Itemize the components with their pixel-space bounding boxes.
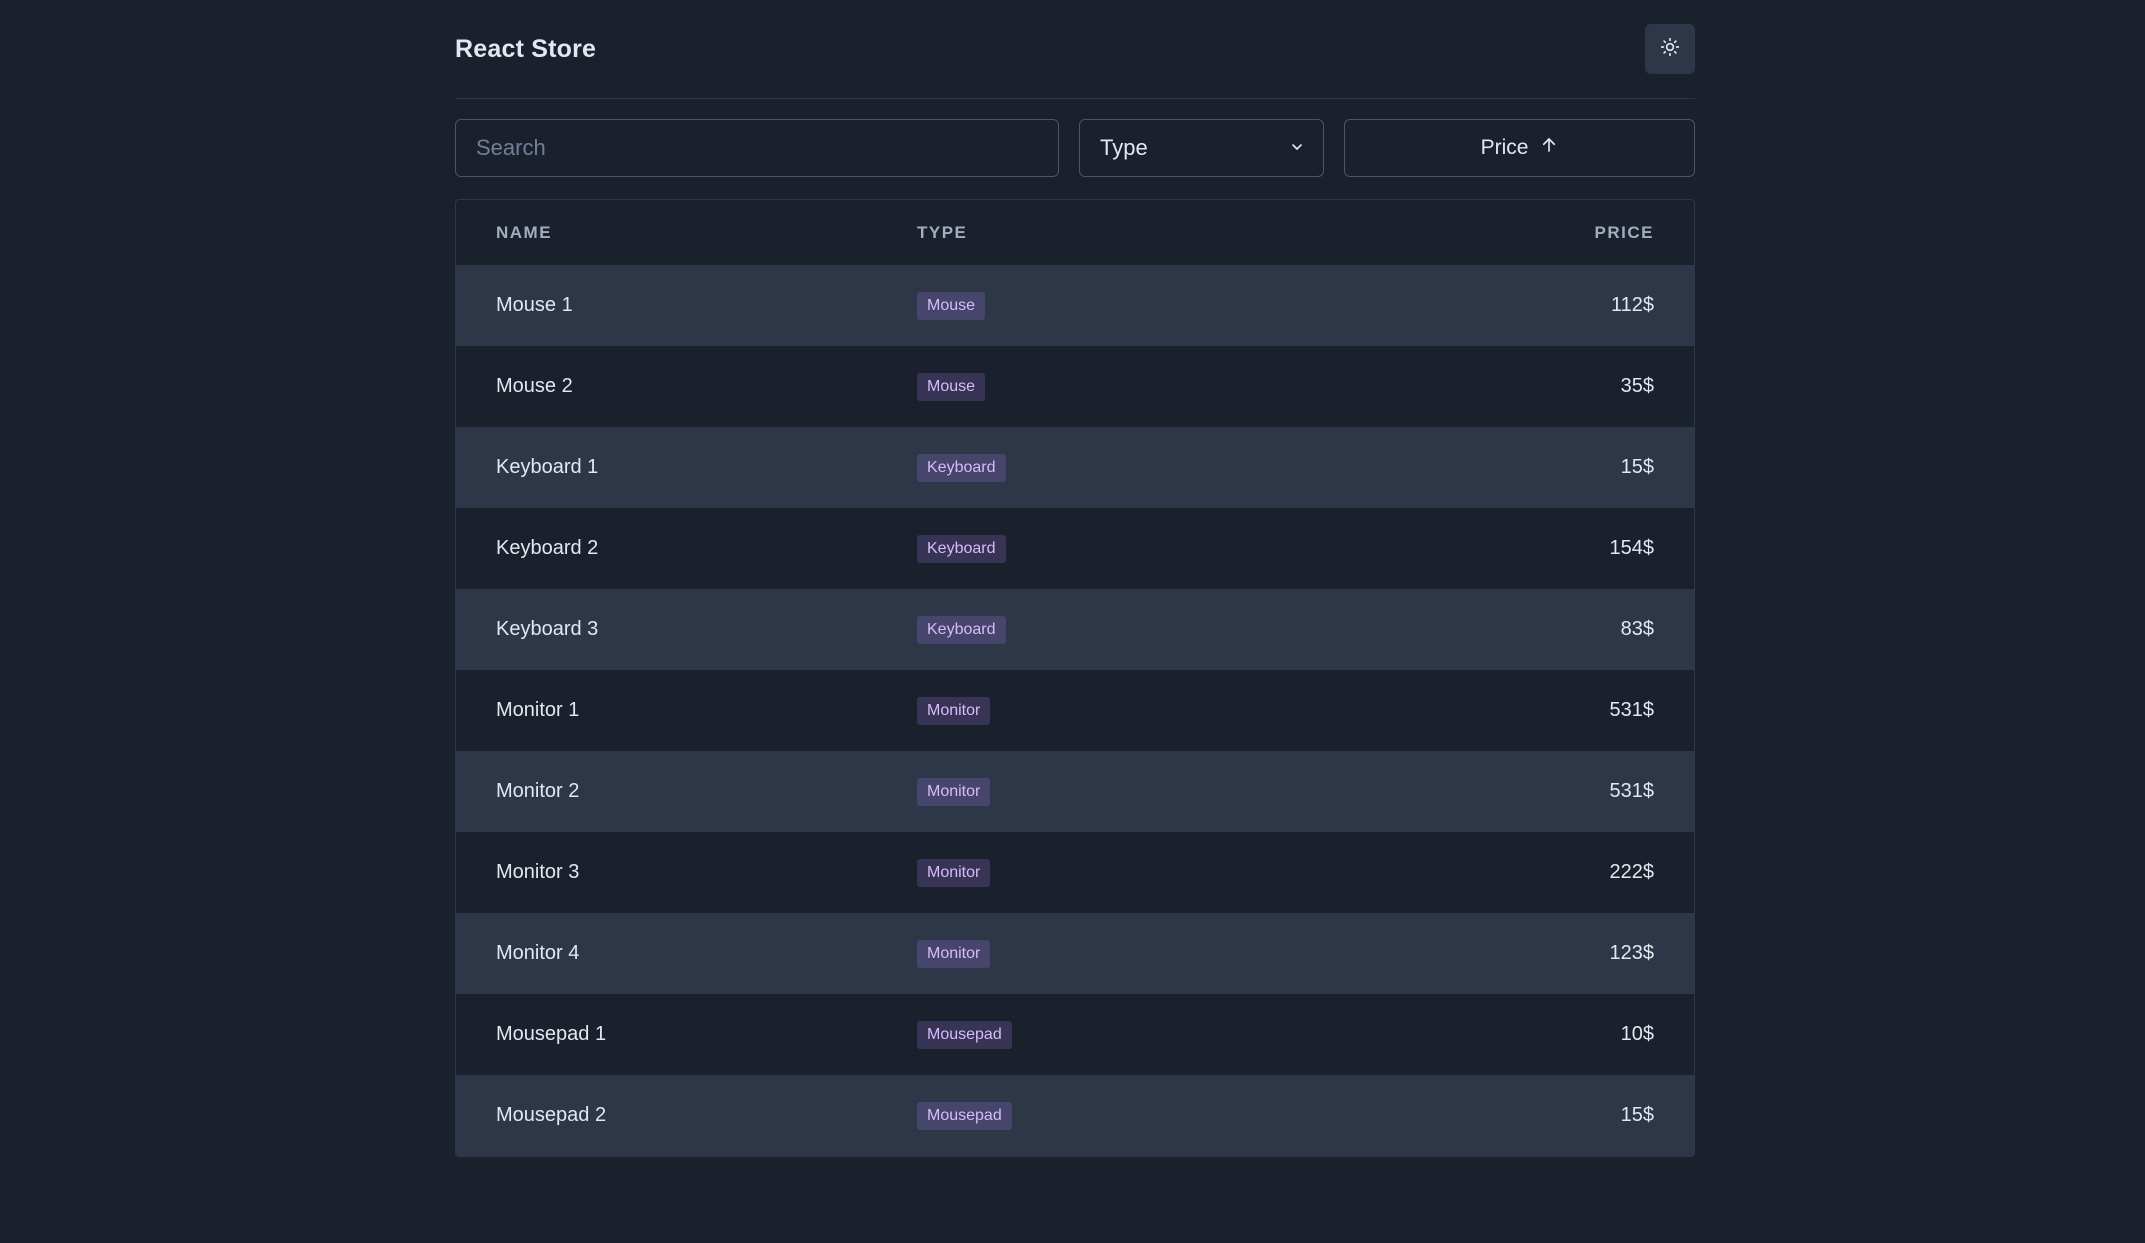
sun-icon bbox=[1660, 37, 1680, 62]
product-type-cell: Monitor bbox=[917, 670, 1317, 751]
type-badge: Mousepad bbox=[917, 1101, 1012, 1130]
chevron-down-icon bbox=[1289, 135, 1305, 161]
column-header-type[interactable]: TYPE bbox=[917, 200, 1317, 265]
table-row[interactable]: Monitor 1 Monitor 531$ bbox=[456, 670, 1694, 751]
type-select-value: Type bbox=[1100, 135, 1148, 160]
theme-toggle-button[interactable] bbox=[1645, 24, 1695, 74]
product-price: 222$ bbox=[1609, 861, 1655, 883]
product-name: Monitor 1 bbox=[496, 699, 580, 721]
app-header: React Store bbox=[455, 0, 1695, 99]
table-row[interactable]: Keyboard 1 Keyboard 15$ bbox=[456, 427, 1694, 508]
search-input[interactable] bbox=[455, 119, 1059, 177]
product-name: Keyboard 3 bbox=[496, 618, 599, 640]
product-name: Mouse 1 bbox=[496, 294, 573, 316]
table-body: Mouse 1 Mouse 112$ Mouse 2 Mouse 35$ Keyboard … bbox=[456, 265, 1694, 1156]
table-row[interactable]: Monitor 2 Monitor 531$ bbox=[456, 751, 1694, 832]
type-select[interactable]: Type bbox=[1079, 119, 1324, 177]
type-badge: Mouse bbox=[917, 372, 986, 401]
product-name: Mouse 2 bbox=[496, 375, 573, 397]
product-type-cell: Monitor bbox=[917, 913, 1317, 994]
filter-controls: Type Price bbox=[455, 119, 1695, 179]
type-badge: Keyboard bbox=[917, 534, 1006, 563]
app-container: React Store Type bbox=[455, 0, 1695, 1157]
product-price: 83$ bbox=[1620, 618, 1654, 640]
product-price: 15$ bbox=[1620, 1104, 1654, 1126]
product-name: Monitor 3 bbox=[496, 861, 580, 883]
arrow-up-icon bbox=[1540, 136, 1558, 160]
table-row[interactable]: Mousepad 2 Mousepad 15$ bbox=[456, 1075, 1694, 1156]
table-row[interactable]: Monitor 3 Monitor 222$ bbox=[456, 832, 1694, 913]
product-name: Mousepad 1 bbox=[496, 1023, 607, 1045]
type-badge: Monitor bbox=[917, 939, 991, 968]
products-table: NAME TYPE PRICE Mouse 1 Mouse 112$ Mouse 2M… bbox=[455, 199, 1695, 1157]
product-type-cell: Keyboard bbox=[917, 508, 1317, 589]
product-price: 154$ bbox=[1609, 537, 1655, 559]
product-name: Mousepad 2 bbox=[496, 1104, 607, 1126]
product-name: Keyboard 2 bbox=[496, 537, 599, 559]
type-badge: Monitor bbox=[917, 696, 991, 725]
type-badge: Keyboard bbox=[917, 615, 1006, 644]
table-row[interactable]: Monitor 4 Monitor 123$ bbox=[456, 913, 1694, 994]
product-price: 531$ bbox=[1609, 699, 1655, 721]
app-title: React Store bbox=[455, 34, 597, 63]
price-sort-button[interactable]: Price bbox=[1344, 119, 1695, 177]
type-badge: Mousepad bbox=[917, 1020, 1012, 1049]
table-header-row: NAME TYPE PRICE bbox=[456, 200, 1694, 265]
product-type-cell: Mouse bbox=[917, 346, 1317, 427]
product-type-cell: Mousepad bbox=[917, 994, 1317, 1075]
type-badge: Monitor bbox=[917, 777, 991, 806]
type-badge: Monitor bbox=[917, 858, 991, 887]
product-type-cell: Keyboard bbox=[917, 589, 1317, 670]
product-price: 15$ bbox=[1620, 456, 1654, 478]
type-badge: Keyboard bbox=[917, 453, 1006, 482]
product-price: 112$ bbox=[1610, 294, 1654, 316]
product-type-cell: Mousepad bbox=[917, 1075, 1317, 1156]
table-row[interactable]: Mouse 1 Mouse 112$ bbox=[456, 265, 1694, 346]
product-name: Monitor 2 bbox=[496, 780, 580, 802]
column-header-price[interactable]: PRICE bbox=[1317, 200, 1694, 265]
product-price: 531$ bbox=[1609, 780, 1655, 802]
table-row[interactable]: Keyboard 3 Keyboard 83$ bbox=[456, 589, 1694, 670]
product-name: Monitor 4 bbox=[496, 942, 580, 964]
product-price: 123$ bbox=[1609, 942, 1655, 964]
sort-label: Price bbox=[1480, 136, 1529, 159]
product-type-cell: Keyboard bbox=[917, 427, 1317, 508]
column-header-name[interactable]: NAME bbox=[456, 200, 917, 265]
product-type-cell: Mouse bbox=[917, 265, 1317, 346]
table-row[interactable]: Keyboard 2 Keyboard 154$ bbox=[456, 508, 1694, 589]
table-row[interactable]: Mouse 2 Mouse 35$ bbox=[456, 346, 1694, 427]
product-price: 35$ bbox=[1620, 375, 1654, 397]
product-type-cell: Monitor bbox=[917, 832, 1317, 913]
product-name: Keyboard 1 bbox=[496, 456, 599, 478]
table-row[interactable]: Mousepad 1 Mousepad 10$ bbox=[456, 994, 1694, 1075]
product-type-cell: Monitor bbox=[917, 751, 1317, 832]
product-price: 10$ bbox=[1620, 1023, 1654, 1045]
type-badge: Mouse bbox=[917, 291, 986, 320]
